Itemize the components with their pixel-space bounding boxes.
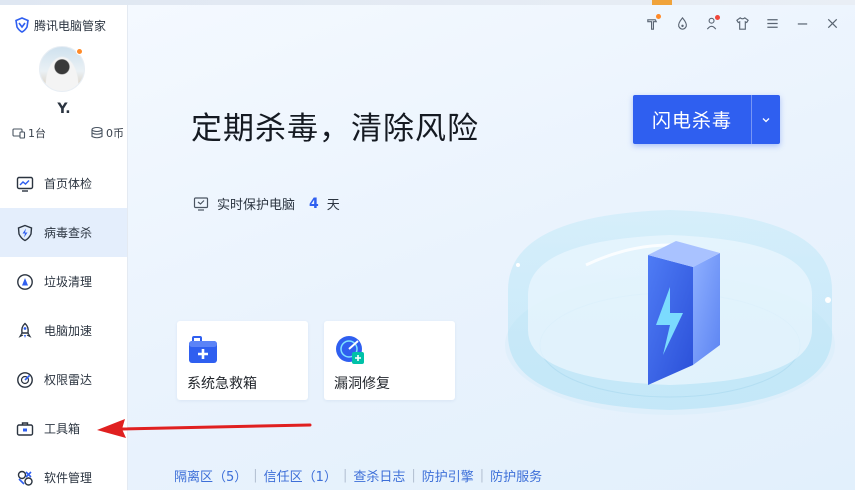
- sidebar-item-permission-radar[interactable]: 权限雷达: [0, 355, 127, 404]
- sidebar: 腾讯电脑管家 Y. 1台 0币 首页体检 病毒查杀 垃圾清理 电脑加速 权限雷达…: [0, 5, 128, 490]
- link-separator: |: [342, 468, 348, 483]
- tshirt-icon: [735, 16, 749, 30]
- apps-icon: [17, 470, 33, 486]
- first-aid-kit-icon: [189, 336, 217, 363]
- user-service-button[interactable]: [703, 14, 721, 32]
- hammer-tool-button[interactable]: [643, 14, 661, 32]
- close-button[interactable]: [823, 14, 841, 32]
- bottom-links: 隔离区（5） | 信任区（1） | 查杀日志 | 防护引擎 | 防护服务: [174, 466, 542, 485]
- monitor-shield-icon: [193, 196, 209, 211]
- coins-count: 0币: [106, 127, 124, 140]
- patch-radar-icon: [336, 336, 364, 364]
- sidebar-item-toolbox[interactable]: 工具箱: [0, 404, 127, 453]
- user-stats: 1台 0币: [12, 125, 124, 141]
- scan-options-dropdown[interactable]: [751, 95, 780, 144]
- rocket-icon: [18, 322, 32, 338]
- sidebar-item-speedup[interactable]: 电脑加速: [0, 306, 127, 355]
- main-panel: 定期杀毒，清除风险 闪电杀毒 实时保护电脑 4 天 系统急救箱 漏洞修复 隔离区…: [128, 5, 855, 490]
- sidebar-item-label: 软件管理: [44, 471, 93, 485]
- coins-stat[interactable]: 0币: [90, 125, 124, 141]
- link-scan-log[interactable]: 查杀日志: [353, 466, 405, 485]
- flame-button[interactable]: [673, 14, 691, 32]
- tool-card-label: 漏洞修复: [334, 376, 390, 392]
- drop-icon: [677, 16, 687, 30]
- sidebar-item-junk-clean[interactable]: 垃圾清理: [0, 257, 127, 306]
- brand-name: 腾讯电脑管家: [34, 18, 107, 33]
- close-icon: [827, 18, 837, 28]
- link-protection-engine[interactable]: 防护引擎: [422, 466, 474, 485]
- link-trust-zone[interactable]: 信任区（1）: [264, 466, 337, 485]
- link-separator: |: [253, 468, 258, 483]
- link-protection-service[interactable]: 防护服务: [490, 466, 542, 485]
- minimize-icon: [797, 22, 807, 25]
- protection-days: 4: [309, 195, 319, 212]
- link-separator: |: [479, 468, 485, 483]
- lightning-shield-icon: [17, 224, 33, 241]
- sidebar-item-virus-scan[interactable]: 病毒查杀: [0, 208, 127, 257]
- avatar-notification-dot: [76, 48, 83, 55]
- protection-text: 实时保护电脑: [217, 198, 296, 213]
- tool-card-vuln-fix[interactable]: 漏洞修复: [324, 321, 455, 400]
- link-separator: |: [411, 468, 416, 483]
- link-quarantine[interactable]: 隔离区（5）: [174, 466, 247, 485]
- protection-unit: 天: [326, 198, 340, 213]
- sidebar-item-label: 垃圾清理: [44, 275, 93, 289]
- devices-stat[interactable]: 1台: [12, 125, 46, 141]
- monitor-chart-icon: [16, 176, 34, 192]
- chevron-down-icon: [762, 117, 770, 122]
- menu-button[interactable]: [763, 14, 781, 32]
- sidebar-item-label: 电脑加速: [44, 324, 93, 338]
- minimize-button[interactable]: [793, 14, 811, 32]
- window-controls: [643, 14, 841, 32]
- toolbox-icon: [16, 421, 34, 436]
- devices-count: 1台: [28, 127, 46, 140]
- shield-ring-illustration: [505, 210, 835, 415]
- menu-icon: [766, 18, 778, 28]
- devices-icon: [12, 128, 26, 139]
- broom-icon: [17, 273, 33, 290]
- lightning-scan-button[interactable]: 闪电杀毒: [633, 95, 780, 144]
- radar-icon: [17, 371, 33, 388]
- sidebar-item-software-manager[interactable]: 软件管理: [0, 453, 127, 490]
- notification-dot: [715, 15, 720, 20]
- protection-status: 实时保护电脑 4 天: [193, 194, 340, 213]
- sidebar-nav: 首页体检 病毒查杀 垃圾清理 电脑加速 权限雷达 工具箱 软件管理: [0, 159, 127, 490]
- brand: 腾讯电脑管家: [14, 15, 106, 35]
- tencent-shield-logo-icon: [15, 17, 29, 33]
- sidebar-item-label: 首页体检: [44, 177, 93, 191]
- tool-card-first-aid[interactable]: 系统急救箱: [177, 321, 308, 400]
- sidebar-item-label: 工具箱: [44, 422, 81, 436]
- page-headline: 定期杀毒，清除风险: [191, 111, 479, 147]
- username[interactable]: Y.: [0, 101, 128, 117]
- notification-dot: [656, 14, 661, 19]
- sidebar-item-label: 病毒查杀: [44, 226, 93, 240]
- tool-card-label: 系统急救箱: [187, 376, 257, 392]
- coins-icon: [91, 126, 103, 139]
- lightning-scan-label[interactable]: 闪电杀毒: [633, 95, 751, 144]
- sidebar-item-home-check[interactable]: 首页体检: [0, 159, 127, 208]
- skin-button[interactable]: [733, 14, 751, 32]
- sidebar-item-label: 权限雷达: [44, 373, 93, 387]
